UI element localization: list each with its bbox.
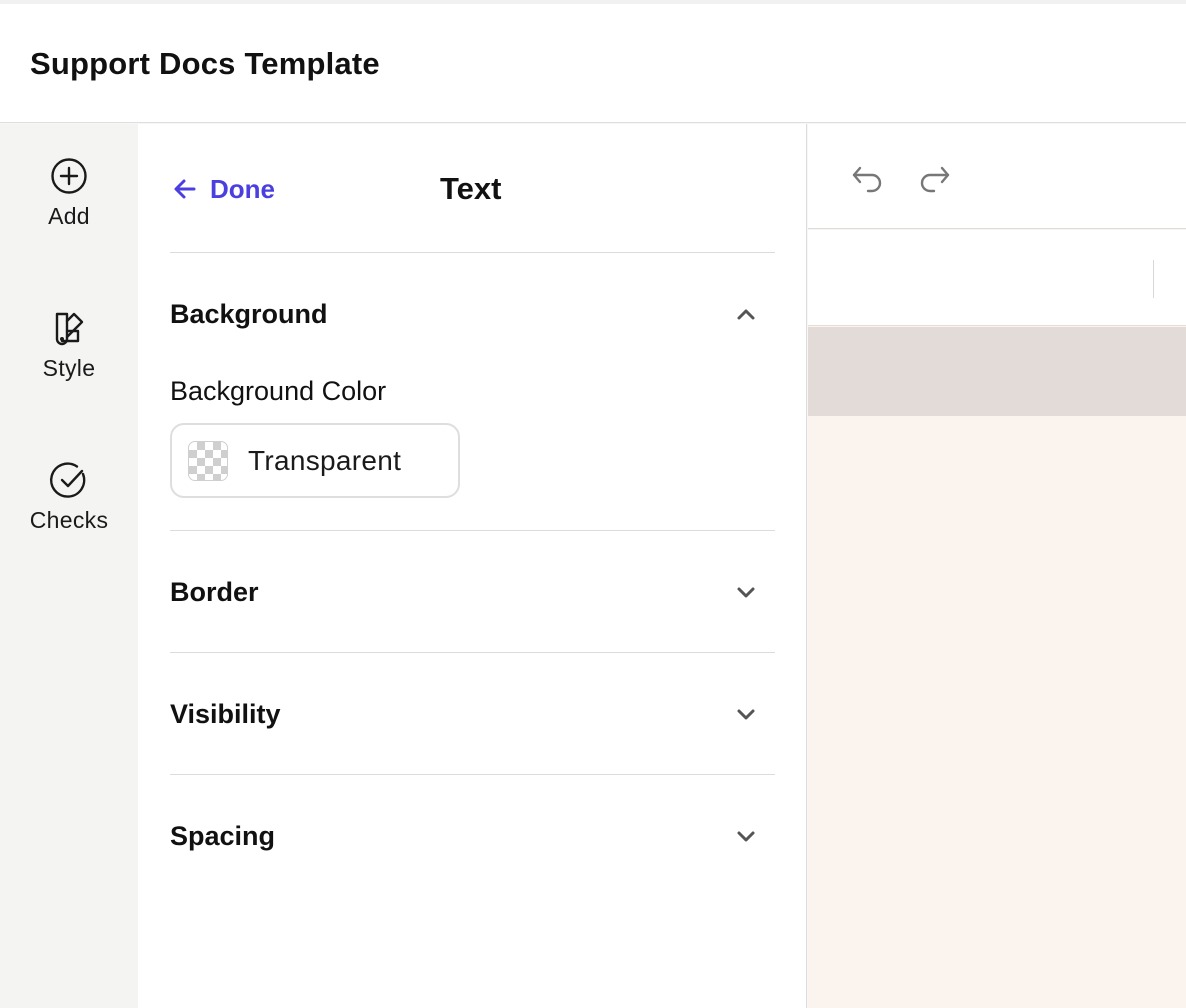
background-color-picker[interactable]: Transparent — [170, 423, 460, 498]
done-button[interactable]: Done — [172, 171, 275, 207]
redo-button[interactable] — [914, 158, 954, 198]
chevron-up-icon — [737, 309, 755, 320]
toolbar-separator — [1153, 260, 1154, 298]
section-spacing-header[interactable]: Spacing — [170, 816, 775, 856]
divider — [170, 252, 775, 253]
editor-subtoolbar — [808, 230, 1186, 326]
divider — [170, 774, 775, 775]
section-border-header[interactable]: Border — [170, 572, 775, 612]
left-rail: Add Style Checks — [0, 124, 138, 1008]
check-circle-icon — [50, 462, 86, 498]
divider — [170, 530, 775, 531]
rail-item-style[interactable]: Style — [0, 276, 138, 386]
background-color-label: Background Color — [170, 376, 387, 406]
rail-item-add[interactable]: Add — [0, 124, 138, 234]
redo-icon — [920, 166, 950, 193]
chevron-down-icon — [737, 709, 755, 720]
rail-item-label: Add — [48, 203, 90, 229]
section-title: Border — [170, 576, 259, 607]
arrow-left-icon — [174, 179, 196, 199]
section-title: Spacing — [170, 820, 276, 851]
canvas-header-band — [808, 327, 1186, 416]
properties-panel: Done Text Background Background Color Tr… — [138, 124, 807, 1008]
done-label: Done — [210, 173, 275, 204]
undo-button[interactable] — [848, 158, 888, 198]
chevron-down-icon — [737, 831, 755, 842]
editor-toolbar — [808, 124, 1186, 229]
app-header: Support Docs Template — [0, 4, 1186, 123]
rail-item-checks[interactable]: Checks — [0, 428, 138, 538]
undo-icon — [852, 166, 882, 193]
section-title: Background — [170, 298, 328, 329]
swatch-book-icon — [55, 312, 84, 346]
panel-title: Text — [440, 171, 502, 206]
rail-item-label: Checks — [29, 507, 109, 533]
chevron-down-icon — [737, 587, 755, 598]
plus-circle-icon — [51, 158, 87, 194]
page-title: Support Docs Template — [30, 46, 380, 81]
transparent-swatch-icon — [188, 440, 228, 481]
section-visibility-header[interactable]: Visibility — [170, 694, 775, 734]
section-background-header[interactable]: Background — [170, 294, 775, 334]
background-color-value: Transparent — [248, 444, 402, 476]
divider — [170, 652, 775, 653]
section-title: Visibility — [170, 698, 281, 729]
rail-item-label: Style — [42, 355, 96, 381]
editor-canvas[interactable] — [808, 124, 1186, 1008]
